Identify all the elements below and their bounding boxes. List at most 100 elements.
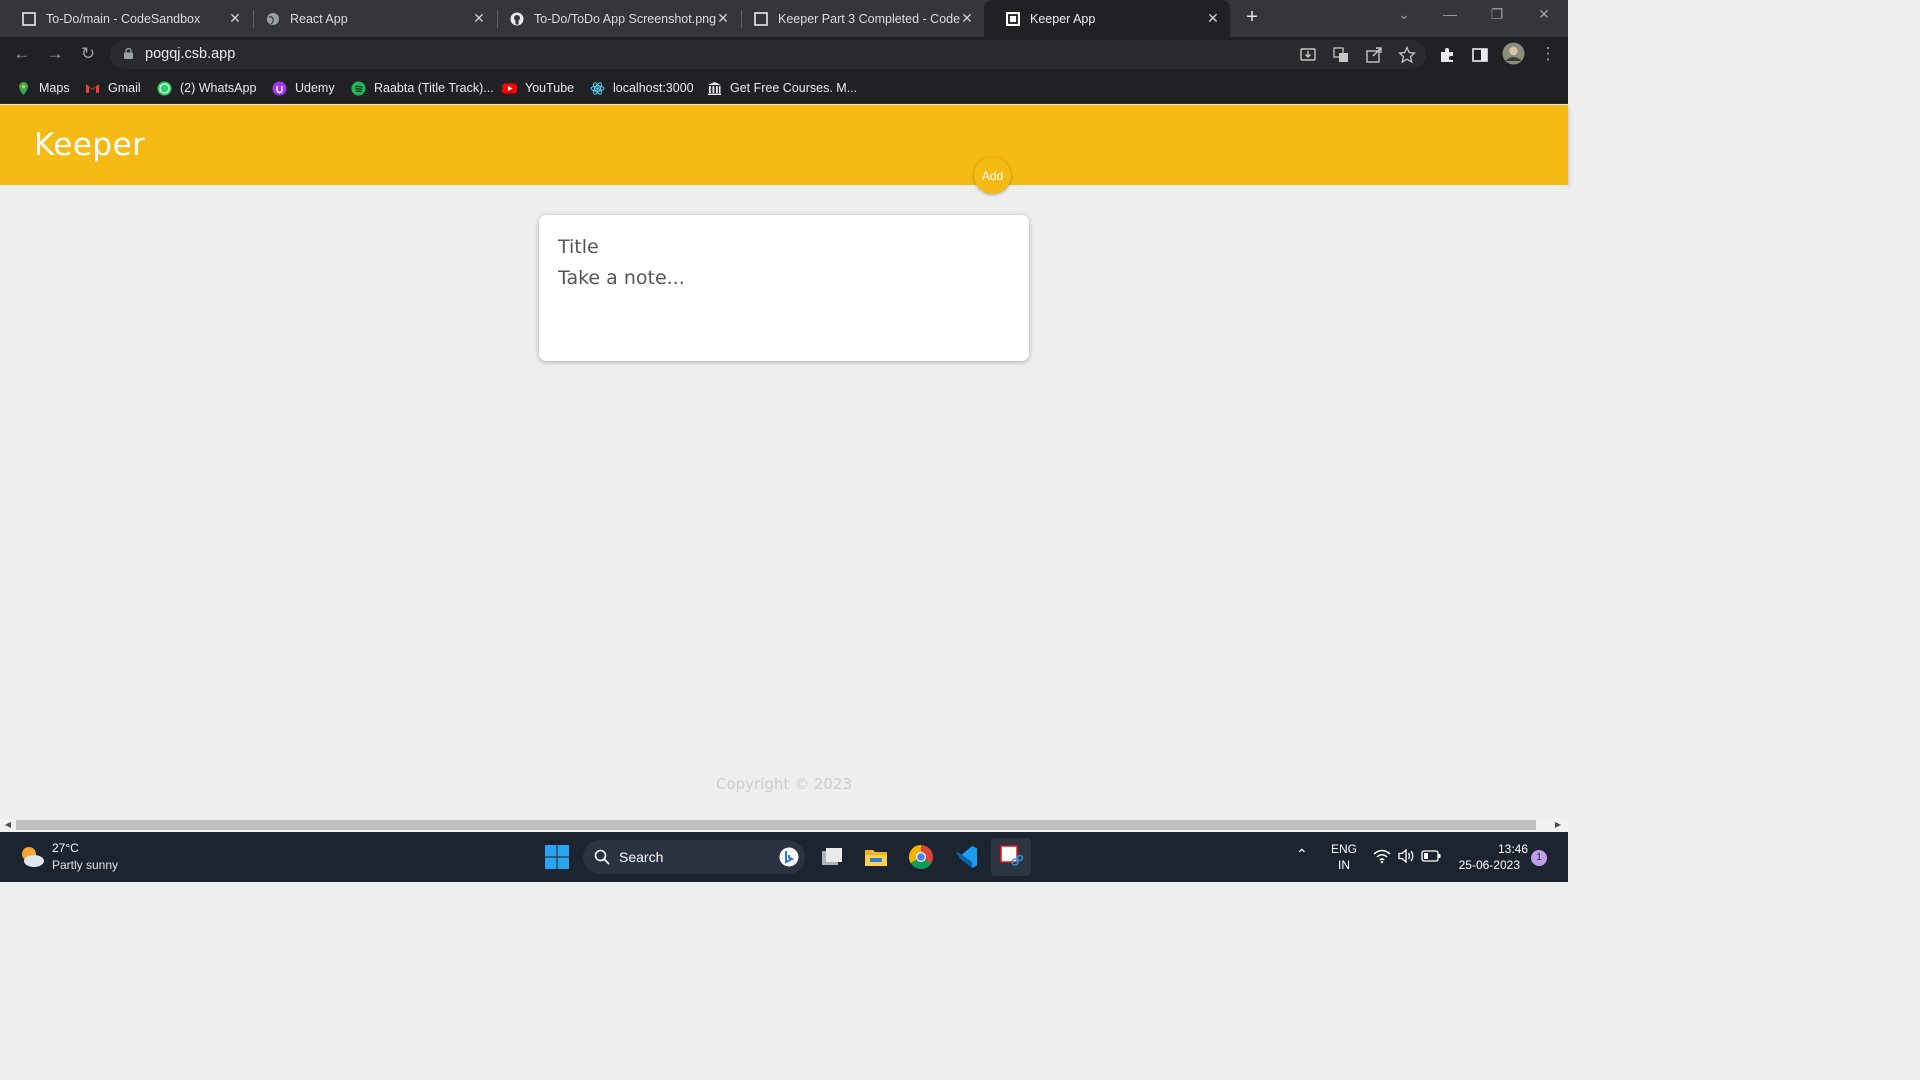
github-icon [510,12,524,25]
bookmark-localhost[interactable]: localhost:3000 [590,78,694,98]
task-view-icon[interactable] [819,844,845,870]
codesandbox-icon [22,11,36,26]
udemy-icon [272,81,287,95]
close-tab-icon[interactable]: ✕ [1206,10,1220,27]
app-header: Keeper [0,105,1568,185]
search-label: Search [619,849,664,865]
codesandbox-icon [754,11,768,26]
bookmark-label: Get Free Courses. M... [730,81,858,95]
codesandbox-icon [1006,11,1020,26]
tab-title: Keeper Part 3 Completed - CodeS [778,11,960,26]
scroll-left-icon[interactable]: ◀ [3,820,13,830]
weather-temperature[interactable]: 27°C [52,841,79,855]
bookmark-maps[interactable]: Maps [16,78,70,98]
taskbar: 27°C Partly sunny Search ⌃ ENG IN 13:46 … [0,832,1568,882]
whatsapp-icon [157,81,172,95]
bookmark-label: Maps [39,81,70,95]
weather-description[interactable]: Partly sunny [52,858,118,872]
bing-icon[interactable] [779,847,799,867]
translate-icon[interactable] [1332,46,1350,64]
clock-time[interactable]: 13:46 [1448,842,1528,856]
bookmark-label: Udemy [295,81,335,95]
horizontal-scrollbar[interactable]: ◀ ▶ [0,818,1568,832]
bookmark-label: localhost:3000 [613,81,694,95]
tab-title: React App [290,11,348,26]
profile-avatar[interactable] [1502,42,1525,65]
tab-title: To-Do/ToDo App Screenshot.png [534,11,716,26]
share-icon[interactable] [1365,46,1383,64]
note-content-input[interactable] [558,267,1008,337]
volume-icon[interactable] [1397,848,1415,864]
browser-tab[interactable]: To-Do/main - CodeSandbox ✕ [0,0,252,37]
browser-tab[interactable]: React App ✕ [244,0,496,37]
bookmark-label: Raabta (Title Track)... [374,81,494,95]
windows-start-icon[interactable] [544,844,570,870]
forward-button[interactable]: → [45,44,65,64]
minimize-button[interactable]: — [1440,6,1460,22]
address-bar[interactable]: pogqj.csb.app [110,40,1426,69]
scrollbar-thumb[interactable] [16,820,1536,830]
bookmark-udemy[interactable]: Udemy [272,78,335,98]
snipping-tool-active[interactable] [991,838,1031,876]
app-main: Copyright © 2023 [0,185,1568,818]
notification-badge[interactable]: 1 [1531,850,1547,866]
close-tab-icon[interactable]: ✕ [960,10,974,27]
lock-icon [124,48,133,59]
close-tab-icon[interactable]: ✕ [472,10,486,27]
browser-tab[interactable]: Keeper Part 3 Completed - CodeS ✕ [732,0,984,37]
tab-search-chevron-icon[interactable]: ⌄ [1394,6,1414,23]
wifi-icon[interactable] [1373,848,1391,864]
bookmark-free-courses[interactable]: Get Free Courses. M... [707,78,857,98]
scroll-right-icon[interactable]: ▶ [1553,820,1563,830]
weather-partly-sunny-icon[interactable] [17,842,47,872]
courses-icon [708,81,721,95]
maps-icon [19,81,28,95]
browser-tab-active[interactable]: Keeper App ✕ [984,0,1230,37]
close-window-button[interactable]: ✕ [1534,6,1554,23]
extensions-icon[interactable] [1438,46,1456,64]
restore-button[interactable]: ❐ [1487,6,1507,23]
language-top[interactable]: ENG [1328,842,1360,856]
back-button[interactable]: ← [12,44,32,64]
spotify-icon [351,81,366,95]
show-hidden-icons-chevron-icon[interactable]: ⌃ [1296,846,1308,863]
note-title-input[interactable] [558,235,1008,259]
browser-tab[interactable]: To-Do/ToDo App Screenshot.png ✕ [488,0,740,37]
chrome-icon[interactable] [908,844,934,870]
vscode-icon[interactable] [953,844,979,870]
clock-date[interactable]: 25-06-2023 [1448,858,1520,872]
side-panel-icon[interactable] [1471,46,1489,64]
new-tab-button[interactable]: + [1240,6,1264,30]
close-tab-icon[interactable]: ✕ [716,10,730,27]
reload-button[interactable]: ↻ [78,44,98,64]
browser-tab-strip: To-Do/main - CodeSandbox ✕ React App ✕ T… [0,0,1568,37]
language-bottom[interactable]: IN [1328,858,1360,872]
install-app-icon[interactable] [1299,46,1317,64]
add-note-button[interactable]: Add [974,157,1011,194]
tab-title: To-Do/main - CodeSandbox [46,11,201,26]
globe-icon [267,12,279,25]
react-icon [590,81,605,95]
bookmark-gmail[interactable]: Gmail [85,78,141,98]
battery-icon[interactable] [1421,849,1441,863]
browser-toolbar: ← → ↻ pogqj.csb.app ⋮ [0,37,1568,72]
bookmark-spotify[interactable]: Raabta (Title Track)... [351,78,494,98]
tab-title: Keeper App [1030,11,1096,26]
bookmark-label: YouTube [525,81,575,95]
chrome-menu-icon[interactable]: ⋮ [1538,44,1558,64]
url-text: pogqj.csb.app [145,46,236,62]
bookmarks-bar: Maps Gmail (2) WhatsApp Udemy Raabta (Ti… [0,72,1568,104]
close-tab-icon[interactable]: ✕ [228,10,242,27]
page-footer: Copyright © 2023 [715,775,852,793]
bookmark-youtube[interactable]: YouTube [502,78,574,98]
bookmark-label: Gmail [108,81,141,95]
youtube-icon [502,83,517,93]
gmail-icon [86,83,99,93]
search-icon [594,849,610,865]
create-note-form [539,215,1029,361]
bookmark-star-icon[interactable] [1398,46,1416,64]
taskbar-search-box[interactable]: Search [583,840,805,874]
bookmark-whatsapp[interactable]: (2) WhatsApp [157,78,256,98]
snipping-tool-icon [1000,845,1024,866]
file-explorer-icon[interactable] [863,844,889,870]
